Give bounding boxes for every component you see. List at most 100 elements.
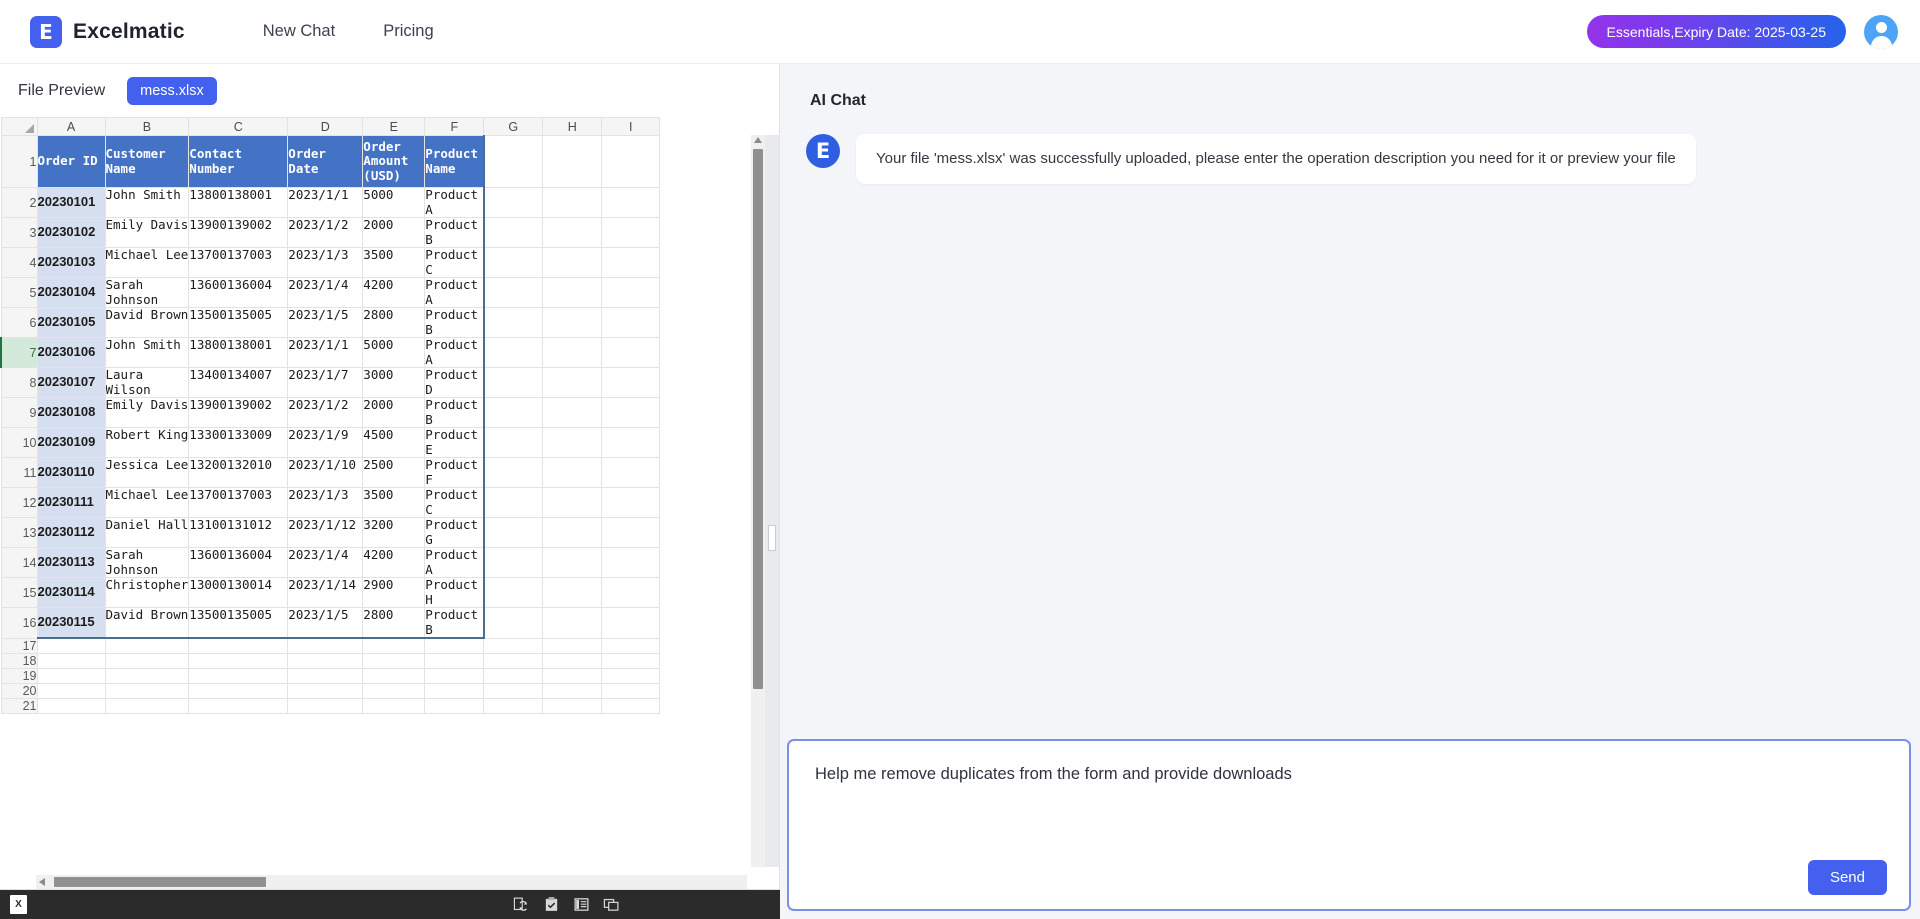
empty-cell[interactable] (425, 653, 484, 668)
data-cell[interactable]: 2023/1/7 (288, 368, 363, 398)
empty-cell[interactable] (602, 668, 660, 683)
row-header-1[interactable]: 1 (1, 136, 37, 188)
row-header-16[interactable]: 16 (1, 608, 37, 639)
data-cell[interactable]: 20230107 (37, 368, 105, 398)
empty-cell[interactable] (543, 653, 602, 668)
data-cell[interactable]: 2023/1/5 (288, 608, 363, 639)
empty-cell[interactable] (189, 653, 288, 668)
scroll-up-arrow-icon[interactable] (754, 137, 762, 143)
row-header-12[interactable]: 12 (1, 488, 37, 518)
data-cell[interactable]: 20230108 (37, 398, 105, 428)
data-cell[interactable]: 2023/1/3 (288, 248, 363, 278)
data-cell[interactable]: 2023/1/14 (288, 578, 363, 608)
empty-cell[interactable] (37, 668, 105, 683)
empty-cell[interactable] (602, 578, 660, 608)
empty-cell[interactable] (602, 218, 660, 248)
column-header-a[interactable]: A (37, 118, 105, 136)
row-header-13[interactable]: 13 (1, 518, 37, 548)
row-header-4[interactable]: 4 (1, 248, 37, 278)
data-cell[interactable]: 5000 (363, 338, 425, 368)
column-header-g[interactable]: G (484, 118, 543, 136)
column-header-c[interactable]: C (189, 118, 288, 136)
data-cell[interactable]: 20230101 (37, 188, 105, 218)
row-header-18[interactable]: 18 (1, 653, 37, 668)
data-cell[interactable]: 13900139002 (189, 398, 288, 428)
window-icon[interactable] (603, 896, 620, 913)
outer-vertical-scrollbar-thumb[interactable] (768, 525, 776, 551)
empty-cell[interactable] (484, 136, 543, 188)
data-cell[interactable]: 2023/1/10 (288, 458, 363, 488)
row-header-10[interactable]: 10 (1, 428, 37, 458)
data-cell[interactable]: Emily Davis (105, 398, 189, 428)
data-cell[interactable]: 2800 (363, 308, 425, 338)
data-cell[interactable]: Product A (425, 278, 484, 308)
vertical-scrollbar[interactable] (751, 135, 765, 867)
empty-cell[interactable] (363, 638, 425, 653)
empty-cell[interactable] (543, 368, 602, 398)
data-cell[interactable]: 4200 (363, 278, 425, 308)
empty-cell[interactable] (484, 308, 543, 338)
data-cell[interactable]: Sarah Johnson (105, 548, 189, 578)
data-cell[interactable]: 2023/1/1 (288, 338, 363, 368)
empty-cell[interactable] (543, 638, 602, 653)
data-cell[interactable]: 20230102 (37, 218, 105, 248)
data-cell[interactable]: 3500 (363, 488, 425, 518)
empty-cell[interactable] (602, 518, 660, 548)
empty-cell[interactable] (288, 638, 363, 653)
horizontal-scrollbar-thumb[interactable] (54, 877, 266, 887)
data-cell[interactable]: Product A (425, 188, 484, 218)
data-cell[interactable]: Product G (425, 518, 484, 548)
send-button[interactable]: Send (1808, 860, 1887, 895)
empty-cell[interactable] (602, 608, 660, 639)
data-cell[interactable]: 20230103 (37, 248, 105, 278)
refresh-clipboard-icon[interactable] (513, 896, 530, 913)
data-cell[interactable]: 13800138001 (189, 338, 288, 368)
empty-cell[interactable] (484, 578, 543, 608)
empty-cell[interactable] (425, 683, 484, 698)
empty-cell[interactable] (288, 653, 363, 668)
row-header-3[interactable]: 3 (1, 218, 37, 248)
data-cell[interactable]: Product F (425, 458, 484, 488)
empty-cell[interactable] (484, 398, 543, 428)
data-cell[interactable]: Emily Davis (105, 218, 189, 248)
empty-cell[interactable] (484, 668, 543, 683)
data-cell[interactable]: 2023/1/3 (288, 488, 363, 518)
empty-cell[interactable] (425, 668, 484, 683)
data-cell[interactable]: 13100131012 (189, 518, 288, 548)
empty-cell[interactable] (484, 683, 543, 698)
empty-cell[interactable] (363, 698, 425, 713)
header-cell[interactable]: Order Amount (USD) (363, 136, 425, 188)
brand[interactable]: E Excelmatic (30, 16, 185, 48)
empty-cell[interactable] (484, 518, 543, 548)
data-cell[interactable]: 3200 (363, 518, 425, 548)
empty-cell[interactable] (105, 653, 189, 668)
data-cell[interactable]: Product D (425, 368, 484, 398)
data-cell[interactable]: Product C (425, 488, 484, 518)
data-cell[interactable]: Product B (425, 398, 484, 428)
header-cell[interactable]: Order Date (288, 136, 363, 188)
data-cell[interactable]: 2023/1/1 (288, 188, 363, 218)
empty-cell[interactable] (543, 278, 602, 308)
empty-cell[interactable] (484, 653, 543, 668)
data-cell[interactable]: 4200 (363, 548, 425, 578)
empty-cell[interactable] (288, 698, 363, 713)
data-cell[interactable]: Christopher (105, 578, 189, 608)
row-header-20[interactable]: 20 (1, 683, 37, 698)
empty-cell[interactable] (484, 548, 543, 578)
file-tab-chip[interactable]: mess.xlsx (127, 77, 217, 105)
data-cell[interactable]: John Smith (105, 338, 189, 368)
data-cell[interactable]: 20230114 (37, 578, 105, 608)
page-layout-icon[interactable] (573, 896, 590, 913)
header-cell[interactable]: Contact Number (189, 136, 288, 188)
row-header-19[interactable]: 19 (1, 668, 37, 683)
row-header-15[interactable]: 15 (1, 578, 37, 608)
data-cell[interactable]: Michael Lee (105, 488, 189, 518)
row-header-8[interactable]: 8 (1, 368, 37, 398)
empty-cell[interactable] (543, 548, 602, 578)
empty-cell[interactable] (543, 136, 602, 188)
row-header-17[interactable]: 17 (1, 638, 37, 653)
data-cell[interactable]: 3000 (363, 368, 425, 398)
row-header-14[interactable]: 14 (1, 548, 37, 578)
data-cell[interactable]: 13500135005 (189, 308, 288, 338)
data-cell[interactable]: 2023/1/9 (288, 428, 363, 458)
